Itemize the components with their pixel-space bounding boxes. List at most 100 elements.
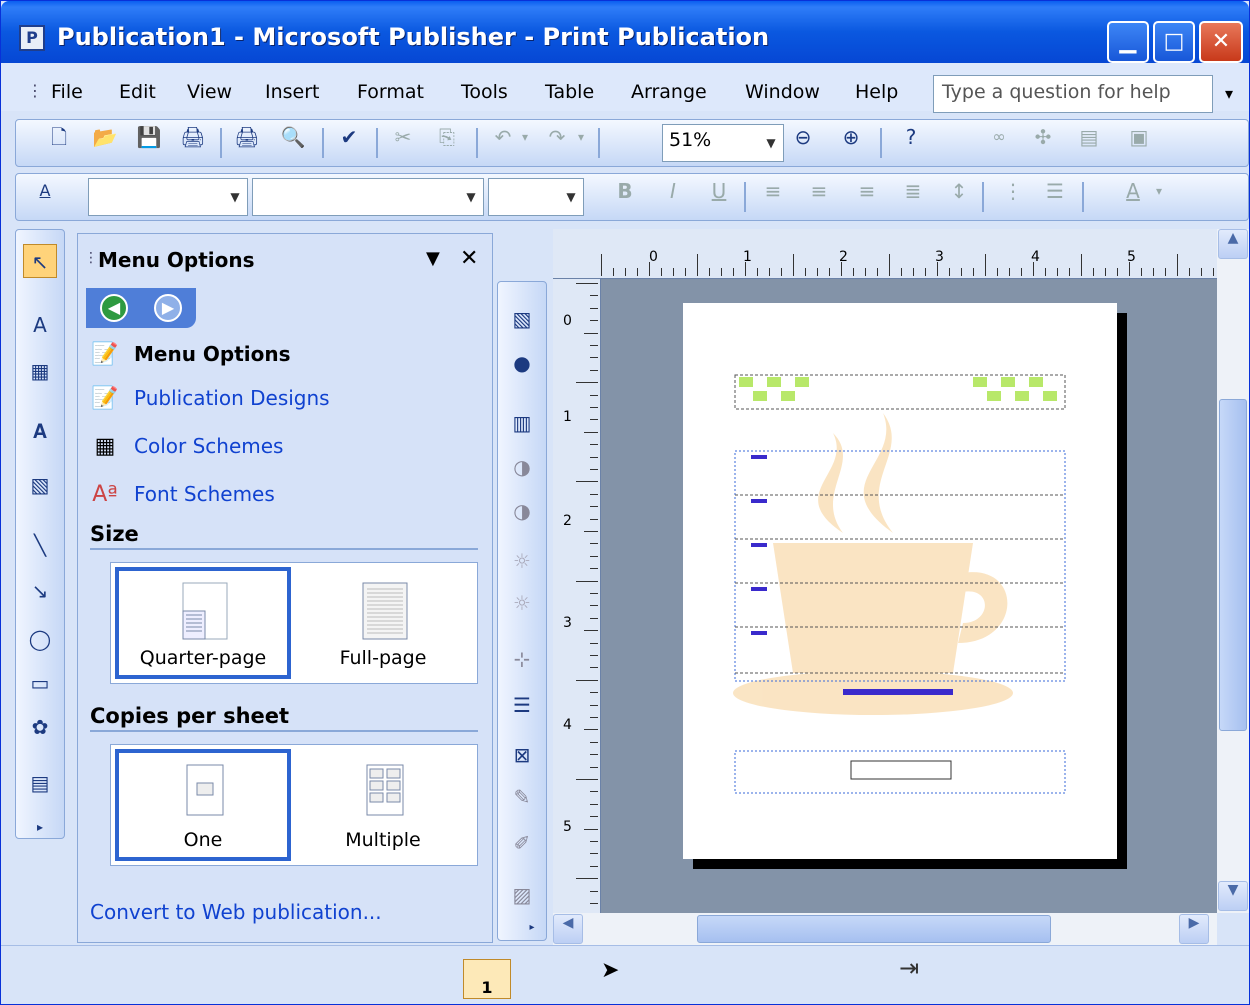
print-icon[interactable]: 🖨 — [230, 120, 264, 154]
open-icon[interactable]: 📂 — [88, 120, 122, 154]
forward-icon[interactable]: ▶ — [154, 294, 182, 322]
help-dropdown-icon[interactable]: ▾ — [1215, 75, 1243, 113]
minimize-button[interactable]: ▁ — [1107, 21, 1149, 63]
help-search-input[interactable]: Type a question for help — [933, 75, 1213, 113]
scroll-up-icon[interactable]: ▲ — [1218, 229, 1248, 259]
size-option-quarter-page[interactable]: Quarter-page — [115, 567, 291, 679]
picture-icon[interactable]: ▧ — [505, 302, 539, 336]
italic-icon[interactable]: I — [656, 174, 690, 208]
contrast-up-icon[interactable]: ◑ — [505, 450, 539, 484]
redo-icon[interactable]: ↷ — [540, 120, 574, 154]
print-preview-icon[interactable]: 🔍 — [276, 120, 310, 154]
link-publication-designs[interactable]: Publication Designs — [134, 386, 330, 410]
size-option-full-page[interactable]: Full-page — [295, 567, 471, 679]
scroll-down-icon[interactable]: ▼ — [1218, 881, 1248, 911]
spelling-icon[interactable]: ✔ — [332, 120, 366, 154]
color-icon[interactable]: ● — [505, 346, 539, 380]
horizontal-scroll-thumb[interactable] — [697, 915, 1051, 943]
delete-icon[interactable]: ✣ — [1026, 120, 1060, 154]
underline-icon[interactable]: U — [702, 174, 736, 208]
select-objects-icon[interactable]: ↖ — [23, 244, 57, 278]
publication-page[interactable] — [683, 303, 1117, 859]
redo-dropdown-icon[interactable]: ▾ — [572, 120, 590, 154]
task-pane-menu-icon[interactable]: ▼ — [426, 248, 440, 269]
picture-frame-icon[interactable]: ▧ — [23, 468, 57, 502]
text-box-icon[interactable]: A — [23, 308, 57, 342]
link-color-schemes[interactable]: Color Schemes — [134, 434, 283, 458]
copies-option-multiple[interactable]: Multiple — [295, 749, 471, 861]
rectangle-icon[interactable]: ▭ — [23, 666, 57, 700]
text-wrapping-icon[interactable]: ⊠ — [505, 738, 539, 772]
zoom-dropdown-icon[interactable]: ▼ — [761, 125, 781, 161]
help-icon[interactable]: ? — [894, 120, 928, 154]
crop-icon[interactable]: ⊹ — [505, 642, 539, 676]
maximize-button[interactable]: □ — [1153, 21, 1195, 63]
bullets-icon[interactable]: ☰ — [1038, 174, 1072, 208]
columns-icon[interactable]: ▥ — [505, 406, 539, 440]
format-picture-icon[interactable]: ✎ — [505, 780, 539, 814]
wordart-icon[interactable]: 𝐀 — [23, 414, 57, 448]
arrow-icon[interactable]: ↘ — [23, 574, 57, 608]
align-left-icon[interactable]: ≡ — [756, 174, 790, 208]
connect-frames-icon[interactable]: ▤ — [1072, 120, 1106, 154]
align-right-icon[interactable]: ≡ — [850, 174, 884, 208]
zoom-out-icon[interactable]: ⊖ — [786, 120, 820, 154]
menu-arrange[interactable]: Arrange — [631, 81, 707, 103]
save-icon[interactable]: 💾 — [132, 120, 166, 154]
convert-to-web-link[interactable]: Convert to Web publication... — [90, 900, 382, 924]
publisher-app-icon[interactable]: P — [19, 25, 45, 51]
font-color-dropdown-icon[interactable]: ▾ — [1150, 174, 1168, 208]
zoom-in-icon[interactable]: ⊕ — [834, 120, 868, 154]
menu-help[interactable]: Help — [855, 81, 898, 103]
toolbar-options-icon[interactable]: ▸ — [522, 918, 542, 938]
vertical-scrollbar[interactable]: ▲ ▼ — [1217, 229, 1249, 913]
menu-file[interactable]: File — [51, 81, 83, 103]
vertical-ruler[interactable]: 0 1 2 3 4 5 — [553, 279, 601, 917]
cut-icon[interactable]: ✂ — [386, 120, 420, 154]
vertical-scroll-thumb[interactable] — [1219, 399, 1247, 731]
horizontal-scrollbar[interactable]: ◀ ▶ — [553, 913, 1217, 945]
contrast-down-icon[interactable]: ◑ — [505, 494, 539, 528]
set-transparent-icon[interactable]: ✐ — [505, 826, 539, 860]
justify-icon[interactable]: ≣ — [896, 174, 930, 208]
numbering-icon[interactable]: ⋮ — [996, 174, 1030, 208]
copy-icon[interactable]: ⎘ — [430, 120, 464, 154]
line-style-icon[interactable]: ☰ — [505, 688, 539, 722]
line-spacing-icon[interactable]: ↕ — [942, 174, 976, 208]
font-dropdown-icon[interactable]: ▼ — [461, 179, 481, 215]
scroll-left-icon[interactable]: ◀ — [553, 914, 583, 944]
menu-edit[interactable]: Edit — [119, 81, 156, 103]
menu-format[interactable]: Format — [357, 81, 424, 103]
back-icon[interactable]: ◀ — [100, 294, 128, 322]
bold-icon[interactable]: B — [608, 174, 642, 208]
font-color-icon[interactable]: A — [1116, 174, 1150, 208]
task-pane-close-icon[interactable]: ✕ — [460, 246, 478, 271]
new-icon[interactable]: 🗋 — [42, 120, 76, 154]
copies-option-one[interactable]: One — [115, 749, 291, 861]
font-size-combo[interactable]: ▼ — [488, 178, 584, 216]
permission-icon[interactable]: 🖨 — [176, 120, 210, 154]
undo-icon[interactable]: ↶ — [486, 120, 520, 154]
page-navigator[interactable]: 1 — [463, 959, 511, 999]
undo-dropdown-icon[interactable]: ▾ — [516, 120, 534, 154]
insert-table-icon[interactable]: ▦ — [23, 354, 57, 388]
link-menu-options[interactable]: Menu Options — [134, 342, 291, 366]
line-icon[interactable]: ╲ — [23, 528, 57, 562]
style-combo[interactable]: ▼ — [88, 178, 248, 216]
style-dropdown-icon[interactable]: ▼ — [225, 179, 245, 215]
scroll-right-icon[interactable]: ▶ — [1179, 914, 1209, 944]
title-bar[interactable]: P Publication1 - Microsoft Publisher - P… — [1, 1, 1249, 63]
design-gallery-icon[interactable]: ▤ — [23, 766, 57, 800]
hyperlink-icon[interactable]: ∞ — [982, 120, 1016, 154]
font-combo[interactable]: ▼ — [252, 178, 484, 216]
font-size-dropdown-icon[interactable]: ▼ — [561, 179, 581, 215]
menu-insert[interactable]: Insert — [265, 81, 320, 103]
menu-tools[interactable]: Tools — [461, 81, 508, 103]
oval-icon[interactable]: ◯ — [23, 622, 57, 656]
center-icon[interactable]: ≡ — [802, 174, 836, 208]
brightness-down-icon[interactable]: ☼ — [505, 586, 539, 620]
reset-picture-icon[interactable]: ▨ — [505, 878, 539, 912]
toolbar-options-icon[interactable]: ▸ — [23, 810, 57, 844]
styles-icon[interactable]: A — [28, 174, 62, 208]
menu-table[interactable]: Table — [545, 81, 594, 103]
